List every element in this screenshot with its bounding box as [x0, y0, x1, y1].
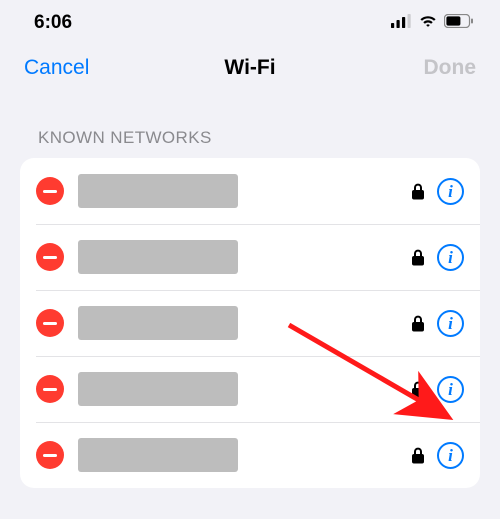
delete-button[interactable]	[36, 309, 64, 337]
lock-icon	[411, 183, 425, 200]
cancel-button[interactable]: Cancel	[24, 56, 89, 80]
known-networks-list: i i i i	[20, 158, 480, 488]
page-title: Wi-Fi	[224, 56, 275, 80]
network-name-redacted	[78, 174, 238, 208]
battery-icon	[444, 12, 474, 34]
status-icons	[391, 12, 474, 34]
delete-button[interactable]	[36, 177, 64, 205]
info-button[interactable]: i	[437, 442, 464, 469]
minus-icon	[43, 454, 57, 457]
network-name-redacted	[78, 306, 238, 340]
lock-icon	[411, 447, 425, 464]
delete-button[interactable]	[36, 243, 64, 271]
nav-bar: Cancel Wi-Fi Done	[0, 40, 500, 100]
network-name-redacted	[78, 240, 238, 274]
cellular-icon	[391, 12, 412, 34]
lock-icon	[411, 381, 425, 398]
lock-icon	[411, 249, 425, 266]
info-button[interactable]: i	[437, 244, 464, 271]
network-name-redacted	[78, 438, 238, 472]
delete-button[interactable]	[36, 441, 64, 469]
info-button[interactable]: i	[437, 310, 464, 337]
wifi-icon	[418, 12, 438, 34]
done-button: Done	[424, 56, 477, 80]
delete-button[interactable]	[36, 375, 64, 403]
minus-icon	[43, 322, 57, 325]
minus-icon	[43, 256, 57, 259]
status-bar: 6:06	[0, 0, 500, 40]
info-button[interactable]: i	[437, 178, 464, 205]
minus-icon	[43, 190, 57, 193]
lock-icon	[411, 315, 425, 332]
minus-icon	[43, 388, 57, 391]
network-row[interactable]: i	[20, 224, 480, 290]
section-header: KNOWN NETWORKS	[0, 100, 500, 158]
network-row[interactable]: i	[20, 356, 480, 422]
network-row[interactable]: i	[20, 158, 480, 224]
status-time: 6:06	[34, 12, 72, 34]
info-button[interactable]: i	[437, 376, 464, 403]
network-row[interactable]: i	[20, 290, 480, 356]
network-row[interactable]: i	[20, 422, 480, 488]
network-name-redacted	[78, 372, 238, 406]
